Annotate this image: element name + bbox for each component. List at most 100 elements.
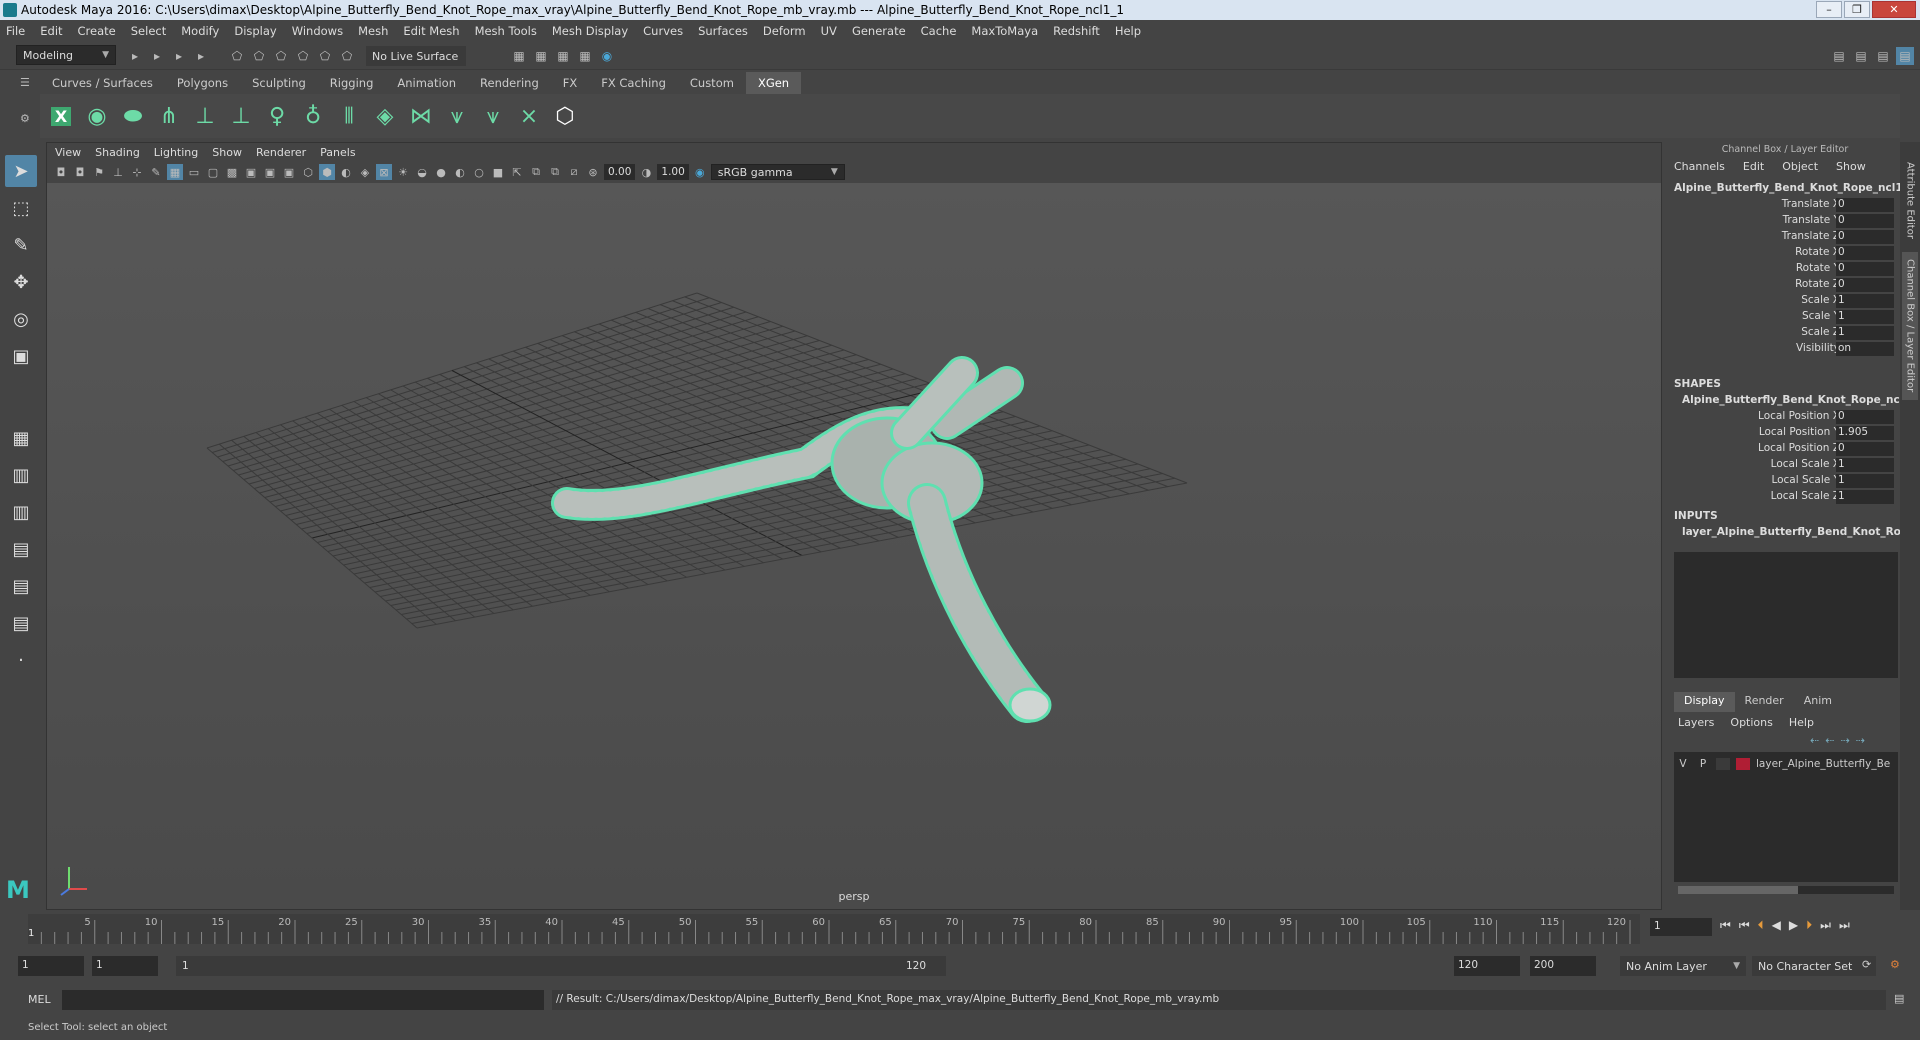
gamma-icon[interactable]: ◑ bbox=[638, 164, 654, 180]
move-tool-icon[interactable]: ✥ bbox=[5, 266, 37, 298]
channel-label[interactable]: Scale X bbox=[1801, 294, 1840, 306]
vp-menu-show[interactable]: Show bbox=[212, 146, 242, 159]
layer-scrollbar[interactable] bbox=[1678, 886, 1894, 894]
range-slider[interactable]: 1 120 bbox=[176, 956, 946, 976]
tab-rigging[interactable]: Rigging bbox=[318, 72, 386, 94]
channel-row[interactable]: Rotate Y0 bbox=[1670, 262, 1900, 278]
current-frame-field[interactable]: 1 bbox=[1650, 918, 1712, 936]
tab-channel-box-layer-editor[interactable]: Channel Box / Layer Editor bbox=[1902, 252, 1918, 400]
xgen-place-guides-icon[interactable]: ⋔ bbox=[154, 100, 184, 132]
animation-end-field[interactable]: 200 bbox=[1530, 956, 1596, 976]
grid-icon[interactable]: ▦ bbox=[167, 164, 183, 180]
xgen-grooming-icon[interactable]: ⩛ bbox=[478, 100, 508, 132]
menu-help[interactable]: Help bbox=[1115, 24, 1141, 38]
xgen-lock-guide-icon[interactable]: ♁ bbox=[298, 100, 328, 132]
ipr-render-icon[interactable]: ▦ bbox=[532, 47, 550, 65]
input-name[interactable]: layer_Alpine_Butterfly_Bend_Knot_Rope bbox=[1682, 526, 1916, 538]
shape-channel-label[interactable]: Local Scale X bbox=[1771, 458, 1840, 470]
play-forward-icon[interactable]: ▶ bbox=[1789, 918, 1798, 933]
shape-channel-row[interactable]: Local Scale X1 bbox=[1670, 458, 1900, 474]
shadows-icon[interactable]: ◒ bbox=[414, 164, 430, 180]
smooth-shade-icon[interactable]: ⬢ bbox=[319, 164, 335, 180]
hypershade-icon[interactable]: ▦ bbox=[576, 47, 594, 65]
script-editor-icon[interactable]: ▤ bbox=[1894, 992, 1904, 1005]
tab-render[interactable]: Render bbox=[1735, 692, 1794, 712]
outliner-layout-icon[interactable]: ▤ bbox=[5, 533, 37, 565]
attribute-editor-icon[interactable]: ▤ bbox=[1852, 47, 1870, 65]
color-space-dropdown[interactable]: sRGB gamma ▼ bbox=[710, 164, 845, 180]
camera-icon[interactable]: ◘ bbox=[53, 164, 69, 180]
select-hierarchy-icon[interactable]: ⬠ bbox=[228, 47, 246, 65]
xgen-bake-icon[interactable]: ⋈ bbox=[406, 100, 436, 132]
grease-pencil-icon[interactable]: ✎ bbox=[148, 164, 164, 180]
channel-row[interactable]: Scale Y1 bbox=[1670, 310, 1900, 326]
layer-playback-toggle[interactable]: P bbox=[1696, 758, 1710, 770]
image-plane-icon[interactable]: ⊥ bbox=[110, 164, 126, 180]
graph-layout-icon[interactable]: ▤ bbox=[5, 570, 37, 602]
tab-polygons[interactable]: Polygons bbox=[165, 72, 240, 94]
character-set-dropdown[interactable]: No Character Set bbox=[1752, 956, 1876, 976]
snap-point-icon[interactable]: ⬠ bbox=[338, 47, 356, 65]
exposure-field[interactable]: 0.00 bbox=[604, 164, 636, 180]
two-pane-icon[interactable]: ▥ bbox=[5, 496, 37, 528]
shape-channel-row[interactable]: Local Scale Z1 bbox=[1670, 490, 1900, 506]
vp-menu-view[interactable]: View bbox=[55, 146, 81, 159]
tab-attribute-editor[interactable]: Attribute Editor bbox=[1902, 150, 1918, 250]
script-language-label[interactable]: MEL bbox=[28, 993, 51, 1006]
auto-key-icon[interactable]: ⟳ bbox=[1862, 958, 1871, 971]
tab-sculpting[interactable]: Sculpting bbox=[240, 72, 318, 94]
quad-layout-icon[interactable]: ▦ bbox=[5, 422, 37, 454]
tab-fx[interactable]: FX bbox=[551, 72, 590, 94]
menu-deform[interactable]: Deform bbox=[763, 24, 806, 38]
le-menu-help[interactable]: Help bbox=[1789, 716, 1814, 729]
channel-value-field[interactable]: on bbox=[1836, 342, 1894, 356]
channel-label[interactable]: Translate X bbox=[1782, 198, 1840, 210]
channel-label[interactable]: Translate Y bbox=[1783, 214, 1840, 226]
open-scene-icon[interactable]: ▸ bbox=[126, 47, 144, 65]
channel-value-field[interactable]: 1 bbox=[1836, 294, 1894, 308]
render-view-icon[interactable]: ◉ bbox=[598, 47, 616, 65]
tab-custom[interactable]: Custom bbox=[678, 72, 746, 94]
undo-icon[interactable]: ▸ bbox=[170, 47, 188, 65]
channel-label[interactable]: Rotate Y bbox=[1796, 262, 1840, 274]
scale-tool-icon[interactable]: ▣ bbox=[5, 340, 37, 372]
channel-label[interactable]: Translate Z bbox=[1782, 230, 1840, 242]
select-object-icon[interactable]: ⬠ bbox=[250, 47, 268, 65]
shape-channel-value-field[interactable]: 1 bbox=[1836, 490, 1894, 504]
channel-value-field[interactable]: 0 bbox=[1836, 230, 1894, 244]
xgen-delete-icon[interactable]: ⨯ bbox=[514, 100, 544, 132]
xgen-splines-icon[interactable]: ⩛ bbox=[442, 100, 472, 132]
step-forward-frame-icon[interactable]: ⏵ bbox=[1806, 918, 1812, 933]
channel-value-field[interactable]: 1 bbox=[1836, 326, 1894, 340]
cb-menu-channels[interactable]: Channels bbox=[1674, 160, 1725, 173]
rotate-tool-icon[interactable]: ◎ bbox=[5, 303, 37, 335]
channel-value-field[interactable]: 0 bbox=[1836, 214, 1894, 228]
bookmark-icon[interactable]: ⚑ bbox=[91, 164, 107, 180]
preferences-icon[interactable]: ⚙ bbox=[1890, 958, 1900, 971]
wireframe-on-shaded-icon[interactable]: ◐ bbox=[338, 164, 354, 180]
step-forward-key-icon[interactable]: ⏭ bbox=[1820, 918, 1831, 933]
object-name[interactable]: Alpine_Butterfly_Bend_Knot_Rope_ncl1_1 bbox=[1674, 182, 1915, 194]
cb-menu-edit[interactable]: Edit bbox=[1743, 160, 1764, 173]
playback-start-field[interactable]: 1 bbox=[92, 956, 158, 976]
vp-menu-renderer[interactable]: Renderer bbox=[256, 146, 306, 159]
shelf-settings-icon[interactable]: ⚙ bbox=[20, 112, 30, 125]
xgen-sculpt-guide-icon[interactable]: ⊥ bbox=[226, 100, 256, 132]
xgen-editor-icon[interactable]: X bbox=[46, 100, 76, 132]
viewport-canvas[interactable]: persp bbox=[47, 183, 1661, 909]
xray-icon[interactable]: ⊠ bbox=[376, 164, 392, 180]
shape-channel-value-field[interactable]: 0 bbox=[1836, 442, 1894, 456]
paint-select-tool-icon[interactable]: ✎ bbox=[5, 229, 37, 261]
shelf-menu-icon[interactable]: ☰ bbox=[20, 76, 30, 89]
hypershade-layout-icon[interactable]: ▤ bbox=[5, 607, 37, 639]
camera-attributes-icon[interactable]: ◘ bbox=[72, 164, 88, 180]
shape-name[interactable]: Alpine_Butterfly_Bend_Knot_Rope_ncl... bbox=[1682, 394, 1915, 406]
menu-uv[interactable]: UV bbox=[821, 24, 837, 38]
tab-xgen[interactable]: XGen bbox=[745, 72, 802, 94]
shape-channel-row[interactable]: Local Position Y 1.905 bbox=[1670, 426, 1900, 442]
menu-redshift[interactable]: Redshift bbox=[1053, 24, 1100, 38]
wireframe-icon[interactable]: ⬡ bbox=[300, 164, 316, 180]
film-gate-icon[interactable]: ▭ bbox=[186, 164, 202, 180]
channel-row[interactable]: Rotate X0 bbox=[1670, 246, 1900, 262]
channel-row[interactable]: Rotate Z0 bbox=[1670, 278, 1900, 294]
